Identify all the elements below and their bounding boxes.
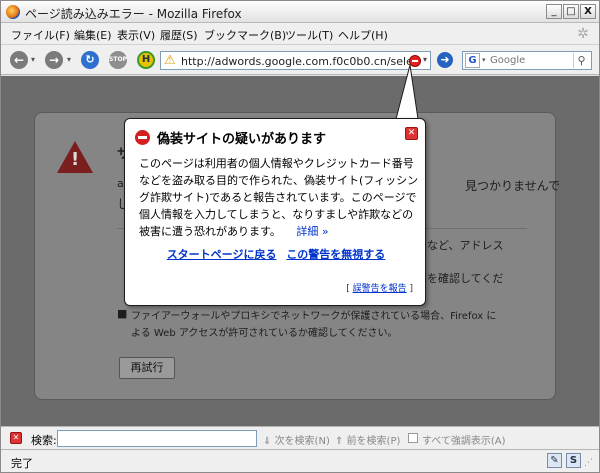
retry-button[interactable]: 再試行 xyxy=(119,357,175,379)
popup-pointer xyxy=(395,64,419,121)
menu-bar: ファイル(F) 編集(E) 表示(V) 履歴(S) ブックマーク(B) ツール(… xyxy=(1,23,599,45)
find-close-button[interactable]: ✕ xyxy=(10,432,22,444)
menu-bookmarks[interactable]: ブックマーク(B) xyxy=(204,27,286,43)
details-link[interactable]: 詳細 » xyxy=(296,225,328,238)
title-bar: ページ読み込みエラー - Mozilla Firefox _ □ X xyxy=(1,1,599,23)
report-bracket-open: [ xyxy=(346,284,350,294)
minimize-button[interactable]: _ xyxy=(546,4,562,19)
find-prev-button[interactable]: ⇑ 前を検索(P) xyxy=(335,432,400,447)
phishing-warning-popup: 偽装サイトの疑いがあります ✕ このページは利用者の個人情報やクレジットカード番… xyxy=(124,118,426,306)
maximize-button[interactable]: □ xyxy=(563,4,579,19)
popup-actions: スタートページに戻る この警告を無視する xyxy=(125,246,427,262)
status-bar: 完了 ✎ S ⋰ xyxy=(1,449,599,472)
error-bullet-2: を確認してくだ xyxy=(427,272,504,285)
find-input[interactable] xyxy=(57,430,257,447)
ignore-warning-link[interactable]: この警告を無視する xyxy=(286,248,385,261)
status-text: 完了 xyxy=(11,457,33,470)
search-input[interactable] xyxy=(490,53,570,68)
popup-title: 偽装サイトの疑いがあります xyxy=(157,132,327,147)
popup-body: このページは利用者の個人情報やクレジットカード番号などを盗み取る目的で作られた、… xyxy=(139,155,421,240)
forward-dropdown-icon[interactable]: ▾ xyxy=(67,55,71,64)
menu-view[interactable]: 表示(V) xyxy=(117,27,155,43)
engine-dropdown-icon[interactable]: ▾ xyxy=(482,56,486,64)
menu-tools[interactable]: ツール(T) xyxy=(285,27,333,43)
report-bracket-close: ] xyxy=(409,284,413,294)
menu-help[interactable]: ヘルプ(H) xyxy=(338,27,388,43)
menu-history[interactable]: 履歴(S) xyxy=(160,27,198,43)
go-back-link[interactable]: スタートページに戻る xyxy=(167,248,277,261)
back-dropdown-icon[interactable]: ▾ xyxy=(31,55,35,64)
close-window-button[interactable]: X xyxy=(580,4,596,19)
popup-close-button[interactable]: ✕ xyxy=(405,127,418,140)
url-text[interactable]: http://adwords.google.com.f0c0b0.cn/sele… xyxy=(181,55,413,68)
resize-grip-icon[interactable]: ⋰ xyxy=(584,458,593,468)
menu-file[interactable]: ファイル(F) xyxy=(11,27,70,43)
bullet-dot: ■ xyxy=(117,307,128,320)
window-title: ページ読み込みエラー - Mozilla Firefox xyxy=(25,7,242,21)
error-bullet-1: など、アドレス xyxy=(427,239,504,252)
reload-icon[interactable]: ↻ xyxy=(81,51,99,69)
search-bar[interactable]: G ▾ ⚲ xyxy=(462,51,592,70)
highlight-all-label: すべて強調表示(A) xyxy=(422,436,506,447)
error-text-right: 見つかりませんで xyxy=(465,179,561,193)
forward-arrow-icon[interactable]: → xyxy=(45,51,63,69)
find-next-label: 次を検索(N) xyxy=(274,436,330,447)
find-label: 検索: xyxy=(31,434,57,447)
report-error-link[interactable]: 誤警告を報告 xyxy=(353,284,407,294)
error-text-left: a xyxy=(117,177,124,190)
go-button-icon[interactable]: ➜ xyxy=(437,52,453,68)
edit-icon[interactable]: ✎ xyxy=(547,453,562,468)
menu-edit[interactable]: 編集(E) xyxy=(74,27,112,43)
navigation-toolbar: ← ▾ → ▾ ↻ STOP H ⚠ http://adwords.google… xyxy=(1,45,599,75)
url-bar[interactable]: ⚠ http://adwords.google.com.f0c0b0.cn/se… xyxy=(160,51,431,70)
throbber-icon: ✲ xyxy=(577,26,589,42)
s-addon-icon[interactable]: S xyxy=(566,453,581,468)
no-entry-icon xyxy=(135,130,150,145)
find-bar: ✕ 検索: ⇓ 次を検索(N) ⇑ 前を検索(P) すべて強調表示(A) xyxy=(1,426,599,449)
error-warning-icon xyxy=(57,141,93,173)
magnifier-icon[interactable]: ⚲ xyxy=(573,53,589,68)
error-bullet-3-line2: よる Web アクセスが許可されているか確認してください。 xyxy=(131,328,398,339)
find-next-button[interactable]: ⇓ 次を検索(N) xyxy=(263,432,330,447)
stop-button[interactable]: STOP xyxy=(109,51,127,69)
home-button[interactable]: H xyxy=(137,51,155,69)
firefox-icon xyxy=(6,5,20,19)
popup-body-text: このページは利用者の個人情報やクレジットカード番号などを盗み取る目的で作られた、… xyxy=(139,157,419,238)
error-bullet-3-line1: ファイアーウォールやプロキシでネットワークが保護されている場合、Firefox … xyxy=(131,311,497,322)
warning-triangle-icon: ⚠ xyxy=(164,53,176,68)
find-prev-label: 前を検索(P) xyxy=(346,436,401,447)
report-error: [ 誤警告を報告 ] xyxy=(346,281,413,294)
browser-window: ページ読み込みエラー - Mozilla Firefox _ □ X ファイル(… xyxy=(0,0,600,473)
highlight-checkbox[interactable] xyxy=(408,433,418,443)
url-dropdown-icon[interactable]: ▾ xyxy=(423,55,427,64)
google-engine-icon[interactable]: G xyxy=(465,53,480,68)
back-arrow-icon[interactable]: ← xyxy=(10,51,28,69)
